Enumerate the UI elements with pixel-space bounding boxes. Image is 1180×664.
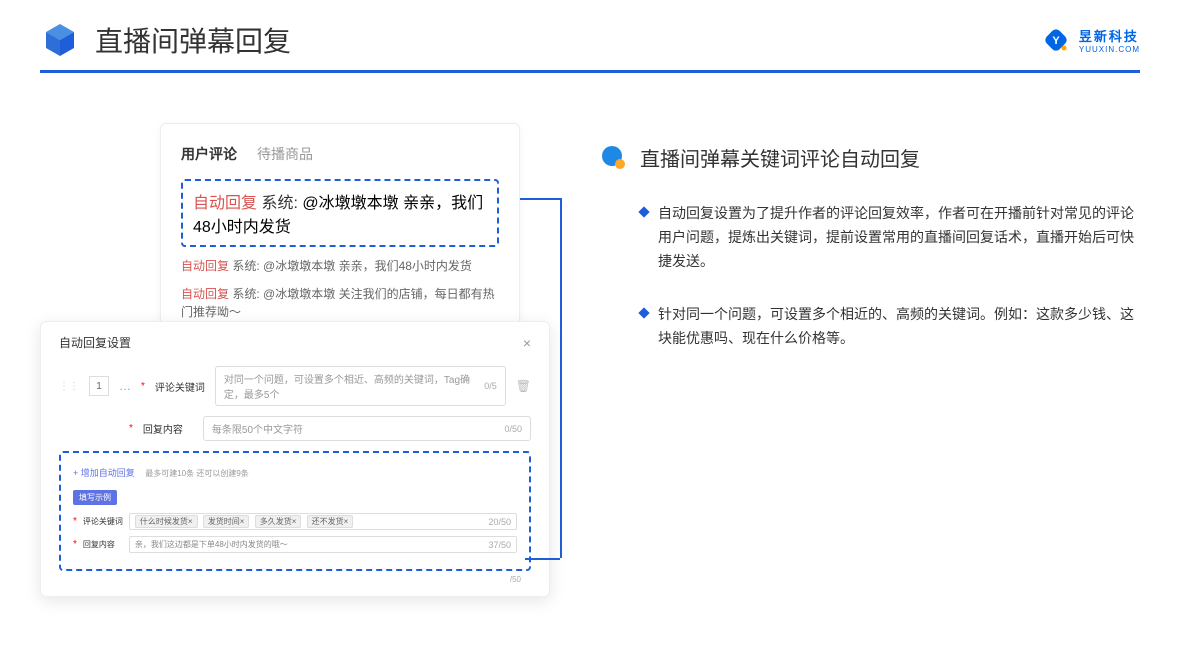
keyword-label: 评论关键词 — [155, 379, 205, 394]
brand-logo: Y 昱新科技 YUUXIN.COM — [1041, 25, 1140, 55]
system-label: 系统: — [232, 287, 259, 301]
bullet-item: 自动回复设置为了提升作者的评论回复效率，作者可在开播前针对常见的评论用户问题，提… — [640, 202, 1140, 273]
section-title: 直播间弹幕关键词评论自动回复 — [640, 143, 920, 172]
tag-chip[interactable]: 多久发货× — [255, 515, 302, 528]
content-input[interactable]: 每条限50个中文字符 0/50 — [203, 416, 531, 441]
comment-text: @冰墩墩本墩 关注我们的店铺，每日都有热门推荐呦～ — [181, 287, 495, 319]
header-left: 直播间弹幕回复 — [40, 20, 291, 60]
settings-card: 自动回复设置 × ⋮⋮ 1 … * 评论关键词 对同一个问题，可设置多个相近、高… — [40, 321, 550, 597]
logo-cn: 昱新科技 — [1079, 26, 1140, 45]
ex-content-counter: 37/50 — [488, 540, 511, 550]
content-label: 回复内容 — [143, 421, 193, 436]
example-box: + 增加自动回复 最多可建10条 还可以创建9条 填写示例 * 评论关键词 什么… — [59, 451, 531, 571]
example-keyword-row: * 评论关键词 什么时候发货× 发货时间× 多久发货× 还不发货× 20/50 — [73, 513, 517, 530]
ex-tags: 什么时候发货× 发货时间× 多久发货× 还不发货× — [135, 516, 356, 527]
ex-content-input[interactable]: 亲，我们这边都是下单48小时内发货的哦～ 37/50 — [129, 536, 517, 553]
chat-bubble-icon — [600, 144, 628, 172]
comment-card: 用户评论 待播商品 自动回复 系统: @冰墩墩本墩 亲亲，我们48小时内发货 自… — [160, 123, 520, 352]
required-star: * — [73, 516, 77, 527]
form-row-keyword: ⋮⋮ 1 … * 评论关键词 对同一个问题，可设置多个相近、高频的关键词，Tag… — [59, 366, 531, 406]
ex-content-label: 回复内容 — [83, 539, 123, 550]
keyword-counter: 0/5 — [484, 381, 497, 391]
bullet-text: 针对同一个问题，可设置多个相近的、高频的关键词。例如：这款多少钱、这块能优惠吗、… — [658, 303, 1140, 351]
drag-handle-icon[interactable]: ⋮⋮ — [59, 381, 79, 392]
bullet-list: 自动回复设置为了提升作者的评论回复效率，作者可在开播前针对常见的评论用户问题，提… — [600, 202, 1140, 351]
settings-title: 自动回复设置 — [59, 334, 131, 351]
logo-text: 昱新科技 YUUXIN.COM — [1079, 26, 1140, 54]
keyword-input[interactable]: 对同一个问题，可设置多个相近、高频的关键词，Tag确定，最多5个 0/5 — [215, 366, 506, 406]
required-star: * — [129, 423, 133, 434]
page-title: 直播间弹幕回复 — [95, 20, 291, 60]
ex-keyword-counter: 20/50 — [488, 517, 511, 527]
auto-reply-label: 自动回复 — [181, 259, 229, 273]
content-placeholder: 每条限50个中文字符 — [212, 421, 303, 436]
comment-tabs: 用户评论 待播商品 — [181, 144, 499, 164]
section-header: 直播间弹幕关键词评论自动回复 — [600, 143, 1140, 172]
highlighted-comment: 自动回复 系统: @冰墩墩本墩 亲亲，我们48小时内发货 — [181, 179, 499, 247]
close-icon[interactable]: × — [523, 335, 531, 351]
auto-reply-label: 自动回复 — [181, 287, 229, 301]
form-row-content: * 回复内容 每条限50个中文字符 0/50 — [129, 416, 531, 441]
ex-content-text: 亲，我们这边都是下单48小时内发货的哦～ — [135, 539, 288, 550]
diamond-bullet-icon — [638, 308, 649, 319]
quota-text: 最多可建10条 还可以创建9条 — [145, 469, 249, 478]
trash-icon[interactable]: 🗑 — [516, 379, 531, 393]
index-badge: 1 — [89, 376, 109, 396]
slide-header: 直播间弹幕回复 Y 昱新科技 YUUXIN.COM — [0, 0, 1180, 70]
tag-chip[interactable]: 还不发货× — [307, 515, 354, 528]
comment-row: 自动回复 系统: @冰墩墩本墩 亲亲，我们48小时内发货 — [181, 257, 499, 275]
ex-keyword-label: 评论关键词 — [83, 516, 123, 527]
example-badge: 填写示例 — [73, 490, 117, 505]
description-panel: 直播间弹幕关键词评论自动回复 自动回复设置为了提升作者的评论回复效率，作者可在开… — [600, 123, 1140, 381]
connector-line — [560, 198, 562, 558]
ex-keyword-input[interactable]: 什么时候发货× 发货时间× 多久发货× 还不发货× 20/50 — [129, 513, 517, 530]
tab-pending-products[interactable]: 待播商品 — [257, 144, 313, 164]
connector-line — [520, 198, 560, 200]
tag-chip[interactable]: 什么时候发货× — [135, 515, 198, 528]
cube-icon — [40, 20, 80, 60]
system-label: 系统: — [232, 259, 259, 273]
content-counter: 0/50 — [504, 424, 522, 434]
more-icon[interactable]: … — [119, 379, 131, 393]
tab-user-comments[interactable]: 用户评论 — [181, 144, 237, 164]
comment-text: @冰墩墩本墩 亲亲，我们48小时内发货 — [263, 259, 472, 273]
system-label: 系统: — [261, 195, 297, 212]
settings-header: 自动回复设置 × — [59, 334, 531, 351]
auto-reply-label: 自动回复 — [193, 195, 257, 212]
connector-line — [525, 558, 560, 560]
logo-icon: Y — [1041, 25, 1071, 55]
diamond-bullet-icon — [638, 206, 649, 217]
bullet-text: 自动回复设置为了提升作者的评论回复效率，作者可在开播前针对常见的评论用户问题，提… — [658, 202, 1140, 273]
svg-text:Y: Y — [1052, 35, 1060, 47]
required-star: * — [73, 539, 77, 550]
screenshot-panel: 用户评论 待播商品 自动回复 系统: @冰墩墩本墩 亲亲，我们48小时内发货 自… — [40, 123, 560, 381]
comment-row: 自动回复 系统: @冰墩墩本墩 关注我们的店铺，每日都有热门推荐呦～ — [181, 285, 499, 321]
bottom-counter: /50 — [59, 575, 531, 584]
tag-chip[interactable]: 发货时间× — [203, 515, 250, 528]
bullet-item: 针对同一个问题，可设置多个相近的、高频的关键词。例如：这款多少钱、这块能优惠吗、… — [640, 303, 1140, 351]
keyword-placeholder: 对同一个问题，可设置多个相近、高频的关键词，Tag确定，最多5个 — [224, 371, 484, 401]
required-star: * — [141, 381, 145, 392]
example-content-row: * 回复内容 亲，我们这边都是下单48小时内发货的哦～ 37/50 — [73, 536, 517, 553]
add-auto-reply-link[interactable]: + 增加自动回复 — [73, 468, 135, 478]
logo-en: YUUXIN.COM — [1079, 45, 1140, 54]
